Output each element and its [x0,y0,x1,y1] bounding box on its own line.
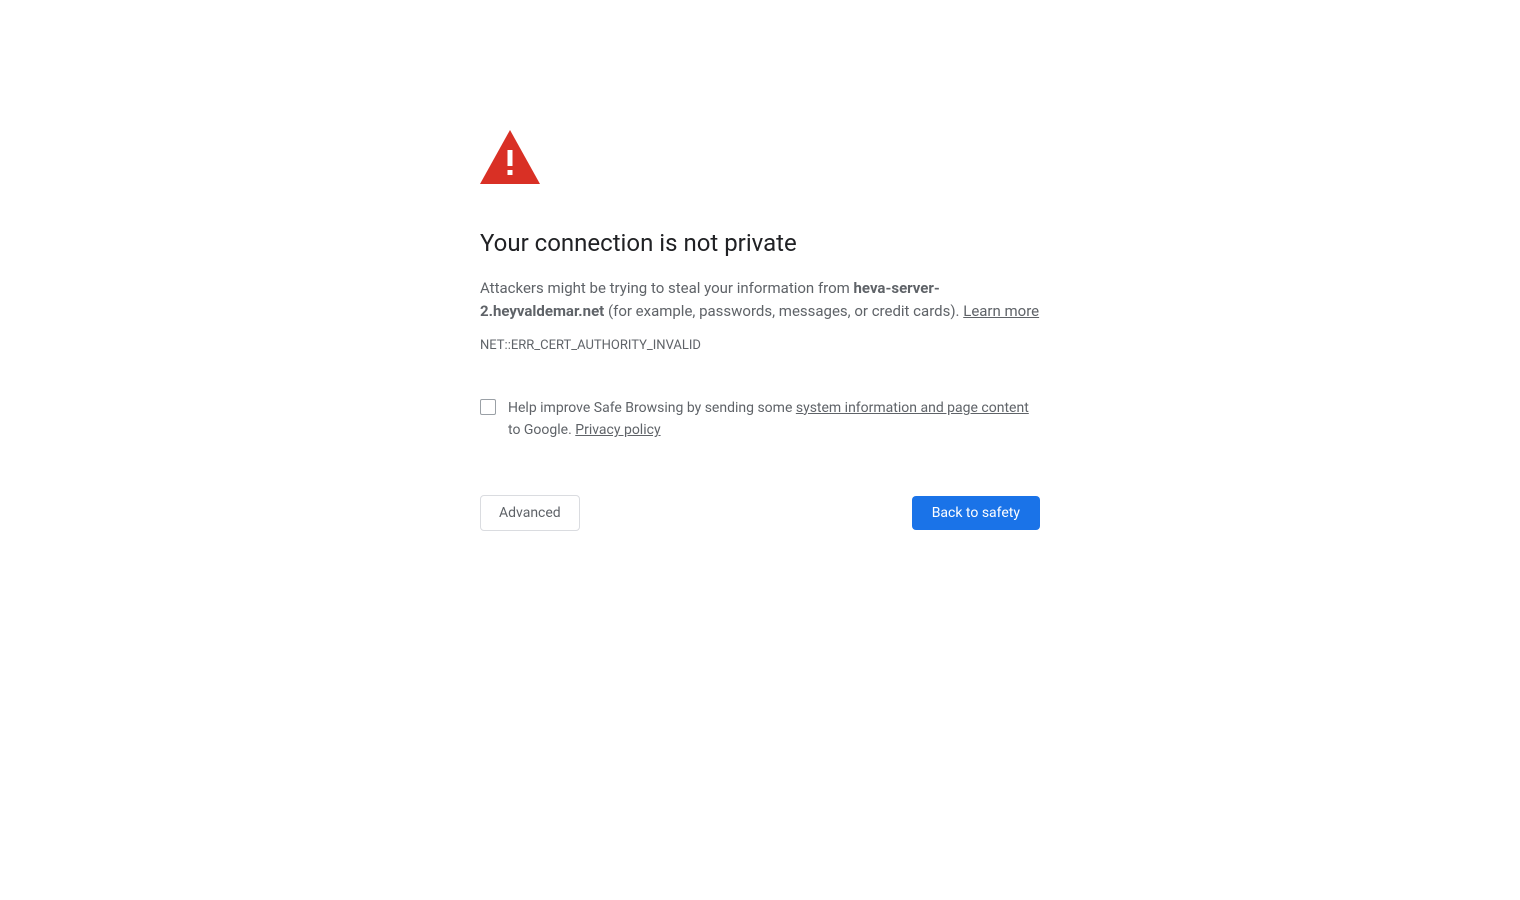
warning-title: Your connection is not private [480,228,1040,259]
advanced-button[interactable]: Advanced [480,495,580,531]
warning-description: Attackers might be trying to steal your … [480,277,1040,324]
checkbox-text-middle: to Google. [508,422,575,438]
back-to-safety-button[interactable]: Back to safety [912,496,1040,530]
safe-browsing-opt-in: Help improve Safe Browsing by sending so… [480,397,1040,442]
button-row: Advanced Back to safety [480,495,1040,531]
description-suffix: (for example, passwords, messages, or cr… [604,302,963,320]
checkbox-label: Help improve Safe Browsing by sending so… [508,397,1040,442]
description-prefix: Attackers might be trying to steal your … [480,279,854,297]
warning-triangle-icon [480,130,1040,188]
system-info-link[interactable]: system information and page content [796,400,1029,416]
error-code: NET::ERR_CERT_AUTHORITY_INVALID [480,338,1040,353]
ssl-warning-container: Your connection is not private Attackers… [480,0,1040,531]
checkbox-text-prefix: Help improve Safe Browsing by sending so… [508,400,796,416]
privacy-policy-link[interactable]: Privacy policy [575,422,660,438]
safe-browsing-checkbox[interactable] [480,399,496,415]
learn-more-link[interactable]: Learn more [963,302,1039,320]
